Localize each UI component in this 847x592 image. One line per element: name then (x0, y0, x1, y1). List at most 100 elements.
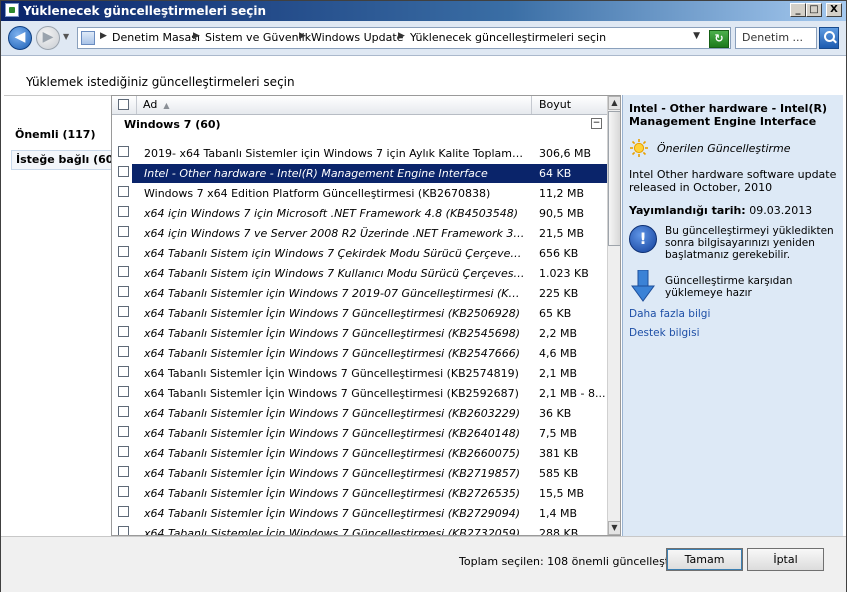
column-name-label: Ad (143, 98, 158, 111)
breadcrumb-separator-icon[interactable]: ▶ (398, 31, 405, 41)
update-checkbox[interactable] (118, 526, 129, 535)
update-checkbox[interactable] (118, 426, 129, 437)
update-row[interactable]: x64 Tabanlı Sistemler İçin Windows 7 Gün… (112, 324, 607, 344)
breadcrumb-separator-icon[interactable]: ▶ (299, 31, 306, 41)
update-checkbox[interactable] (118, 486, 129, 497)
update-name: 2019- x64 Tabanlı Sistemler için Windows… (144, 147, 526, 160)
update-size: 2,1 MB - 8... (539, 387, 605, 400)
update-name: x64 Tabanlı Sistemler İçin Windows 7 Gün… (144, 527, 521, 536)
select-all-checkbox[interactable] (118, 99, 129, 110)
update-row[interactable]: x64 Tabanlı Sistemler için Windows 7 201… (112, 284, 607, 304)
update-name: x64 Tabanlı Sistemler İçin Windows 7 Gün… (144, 507, 521, 520)
scroll-down-icon[interactable]: ▼ (608, 521, 620, 535)
update-checkbox[interactable] (118, 226, 129, 237)
update-checkbox[interactable] (118, 206, 129, 217)
more-info-link[interactable]: Daha fazla bilgi (629, 308, 710, 320)
update-checkbox[interactable] (118, 306, 129, 317)
column-header-size[interactable]: Boyut (534, 96, 607, 114)
update-row[interactable]: x64 için Windows 7 ve Server 2008 R2 Üze… (112, 224, 607, 244)
published-value: 09.03.2013 (749, 204, 813, 217)
update-row[interactable]: x64 Tabanlı Sistem için Windows 7 Çekird… (112, 244, 607, 264)
update-row[interactable]: x64 Tabanlı Sistemler İçin Windows 7 Gün… (112, 404, 607, 424)
update-name: x64 Tabanlı Sistem için Windows 7 Kullan… (144, 267, 526, 280)
navigation-bar: ◀ ▶ ▼ ▶ Denetim Masası ▶ Sistem ve Güven… (1, 21, 846, 56)
download-arrow-icon (631, 270, 655, 302)
update-checkbox[interactable] (118, 366, 129, 377)
update-selection-window: Yüklenecek güncelleştirmeleri seçin _ □ … (0, 0, 847, 592)
update-checkbox[interactable] (118, 166, 129, 177)
update-row[interactable]: x64 Tabanlı Sistemler İçin Windows 7 Gün… (112, 384, 607, 404)
update-row[interactable]: x64 Tabanlı Sistemler İçin Windows 7 Gün… (112, 304, 607, 324)
update-row[interactable]: x64 Tabanlı Sistemler İçin Windows 7 Gün… (112, 444, 607, 464)
address-dropdown-icon[interactable]: ▼ (693, 31, 700, 41)
update-name: x64 Tabanlı Sistemler İçin Windows 7 Gün… (144, 447, 521, 460)
update-checkbox[interactable] (118, 286, 129, 297)
scrollbar-thumb[interactable] (608, 111, 620, 246)
category-optional[interactable]: İsteğe bağlı (60) (11, 150, 124, 170)
support-info-link[interactable]: Destek bilgisi (629, 327, 699, 339)
update-row[interactable]: x64 Tabanlı Sistemler İçin Windows 7 Gün… (112, 524, 607, 536)
address-bar[interactable]: ▶ Denetim Masası ▶ Sistem ve Güvenlik ▶ … (77, 27, 731, 49)
cancel-button[interactable]: İptal (747, 548, 824, 571)
history-dropdown-icon[interactable]: ▼ (63, 33, 71, 41)
update-size: 1.023 KB (539, 267, 589, 280)
update-size: 656 KB (539, 247, 579, 260)
update-checkbox[interactable] (118, 446, 129, 457)
breadcrumb-separator-icon[interactable]: ▶ (193, 31, 200, 41)
update-name: x64 Tabanlı Sistemler İçin Windows 7 Gün… (144, 307, 521, 320)
details-pane: Intel - Other hardware - Intel(R) Manage… (622, 95, 843, 536)
update-checkbox[interactable] (118, 386, 129, 397)
breadcrumb-separator-icon[interactable]: ▶ (100, 31, 107, 41)
update-row[interactable]: x64 Tabanlı Sistemler İçin Windows 7 Gün… (112, 464, 607, 484)
breadcrumb-system-security[interactable]: Sistem ve Güvenlik (205, 31, 311, 44)
title-bar: Yüklenecek güncelleştirmeleri seçin _ □ … (1, 1, 846, 21)
group-header: Windows 7 (60) − (112, 114, 607, 136)
update-row[interactable]: x64 Tabanlı Sistemler İçin Windows 7 Gün… (112, 504, 607, 524)
breadcrumb-control-panel[interactable]: Denetim Masası (112, 31, 200, 44)
sort-ascending-icon: ▲ (163, 101, 170, 110)
breadcrumb-windows-update[interactable]: Windows Update (311, 31, 403, 44)
update-checkbox[interactable] (118, 146, 129, 157)
minimize-button[interactable]: _ (790, 3, 806, 17)
update-row[interactable]: Intel - Other hardware - Intel(R) Manage… (112, 164, 607, 184)
maximize-button[interactable]: □ (806, 3, 822, 17)
update-checkbox[interactable] (118, 326, 129, 337)
update-row[interactable]: x64 Tabanlı Sistemler İçin Windows 7 Gün… (112, 344, 607, 364)
update-row[interactable]: x64 Tabanlı Sistemler İçin Windows 7 Gün… (112, 364, 607, 384)
update-row[interactable]: x64 için Windows 7 için Microsoft .NET F… (112, 204, 607, 224)
update-size: 2,1 MB (539, 367, 578, 380)
update-row[interactable]: x64 Tabanlı Sistem için Windows 7 Kullan… (112, 264, 607, 284)
forward-arrow-icon[interactable]: ▶ (36, 26, 60, 50)
window-title: Yüklenecek güncelleştirmeleri seçin (23, 4, 267, 18)
search-icon[interactable] (819, 27, 839, 49)
update-description: Intel Other hardware software update rel… (629, 168, 837, 194)
info-icon: ! (629, 225, 657, 253)
collapse-group-icon[interactable]: − (591, 118, 602, 129)
update-checkbox[interactable] (118, 186, 129, 197)
category-important[interactable]: Önemli (117) (11, 126, 100, 144)
update-size: 306,6 MB (539, 147, 592, 160)
column-header-name[interactable]: Ad ▲ (136, 96, 532, 114)
update-checkbox[interactable] (118, 406, 129, 417)
update-size: 65 KB (539, 307, 572, 320)
update-checkbox[interactable] (118, 506, 129, 517)
back-arrow-icon[interactable]: ◀ (8, 26, 32, 50)
update-checkbox[interactable] (118, 266, 129, 277)
update-row[interactable]: x64 Tabanlı Sistemler İçin Windows 7 Gün… (112, 484, 607, 504)
update-row[interactable]: Windows 7 x64 Edition Platform Güncelleş… (112, 184, 607, 204)
scroll-up-icon[interactable]: ▲ (608, 96, 620, 110)
category-sidebar: Önemli (117) İsteğe bağlı (60) (4, 95, 124, 537)
vertical-scrollbar[interactable]: ▲ ▼ (607, 96, 620, 535)
refresh-icon[interactable]: ↻ (709, 30, 729, 48)
update-checkbox[interactable] (118, 346, 129, 357)
update-row[interactable]: 2019- x64 Tabanlı Sistemler için Windows… (112, 144, 607, 164)
ok-button[interactable]: Tamam (666, 548, 743, 571)
list-header: Ad ▲ Boyut (112, 96, 607, 115)
close-button[interactable]: X (826, 3, 842, 17)
update-checkbox[interactable] (118, 246, 129, 257)
update-name: x64 Tabanlı Sistemler İçin Windows 7 Gün… (144, 327, 521, 340)
update-checkbox[interactable] (118, 466, 129, 477)
breadcrumb-current-page[interactable]: Yüklenecek güncelleştirmeleri seçin (410, 31, 606, 44)
update-row[interactable]: x64 Tabanlı Sistemler İçin Windows 7 Gün… (112, 424, 607, 444)
search-input[interactable]: Denetim ... (735, 27, 817, 49)
